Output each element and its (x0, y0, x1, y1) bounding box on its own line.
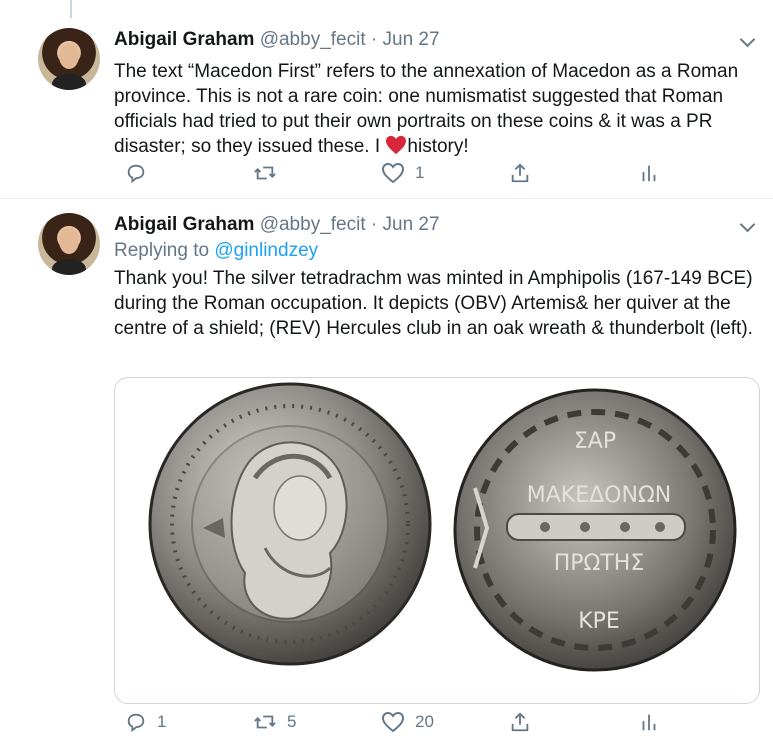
retweet-count: 5 (287, 712, 297, 731)
tweet-date[interactable]: Jun 27 (383, 214, 440, 235)
retweet-button[interactable]: 5 (243, 711, 296, 733)
like-count: 1 (415, 163, 425, 182)
share-button[interactable] (499, 162, 531, 184)
retweet-icon (253, 162, 277, 184)
coin-inscription-bottom: ΚΡΕ (578, 609, 620, 634)
replying-to: Replying to @ginlindzey (114, 240, 318, 262)
avatar[interactable] (38, 213, 100, 275)
reply-count: 1 (157, 712, 167, 731)
share-button[interactable] (499, 711, 531, 733)
chevron-down-icon[interactable] (739, 31, 756, 48)
tweet-text: The text “Macedon First” refers to the a… (114, 59, 764, 162)
coin-inscription-top: ΣΑΡ (574, 429, 616, 454)
obverse-coin (148, 382, 432, 666)
author-handle[interactable]: @abby_fecit (260, 29, 366, 50)
like-icon (381, 162, 405, 184)
analytics-button[interactable] (628, 711, 660, 733)
author-name[interactable]: Abigail Graham (114, 29, 254, 50)
analytics-icon (638, 162, 660, 184)
tweet-header: Abigail Graham @abby_fecit · Jun 27 (114, 214, 440, 236)
tweet-actions: 1 (0, 162, 773, 192)
separator-dot: · (370, 214, 378, 235)
retweet-icon (253, 711, 277, 733)
avatar[interactable] (38, 28, 100, 90)
tweet-text: Thank you! The silver tetradrachm was mi… (114, 268, 753, 339)
reply-icon (125, 711, 147, 733)
author-name[interactable]: Abigail Graham (114, 214, 254, 235)
reply-button[interactable]: 1 (115, 711, 166, 733)
tweet-header: Abigail Graham @abby_fecit · Jun 27 (114, 29, 440, 51)
reverse-coin: ΣΑΡ ΜΑΚΕΔΟΝΩΝ ΠΡΩΤΗΣ ΚΡΕ (453, 388, 737, 672)
reply-button[interactable] (115, 162, 157, 184)
author-handle[interactable]: @abby_fecit (260, 214, 366, 235)
coin-inscription-protes: ΠΡΩΤΗΣ (554, 551, 645, 576)
share-icon (509, 711, 531, 733)
red-heart-emoji (385, 135, 407, 162)
tweet-text-part: history! (407, 136, 469, 157)
like-icon (381, 711, 405, 733)
mention-link[interactable]: @ginlindzey (214, 240, 318, 261)
analytics-button[interactable] (628, 162, 660, 184)
tweet-date[interactable]: Jun 27 (383, 29, 440, 50)
retweet-button[interactable] (243, 162, 287, 184)
like-count: 20 (415, 712, 434, 731)
tweet-actions: 1 5 20 (0, 711, 773, 741)
like-button[interactable]: 1 (371, 162, 424, 184)
coin-photo[interactable]: ΣΑΡ ΜΑΚΕΔΟΝΩΝ ΠΡΩΤΗΣ ΚΡΕ (114, 377, 760, 704)
replying-to-label: Replying to (114, 240, 210, 261)
chevron-down-icon[interactable] (739, 216, 756, 233)
coin-inscription-macedonon: ΜΑΚΕΔΟΝΩΝ (527, 483, 671, 508)
thread-connector-line (70, 0, 72, 18)
analytics-icon (638, 711, 660, 733)
like-button[interactable]: 20 (371, 711, 434, 733)
share-icon (509, 162, 531, 184)
separator-dot: · (370, 29, 378, 50)
tweet[interactable]: Abigail Graham @abby_fecit · Jun 27 Repl… (0, 199, 773, 750)
reply-icon (125, 162, 147, 184)
tweet[interactable]: Abigail Graham @abby_fecit · Jun 27 The … (0, 18, 773, 199)
